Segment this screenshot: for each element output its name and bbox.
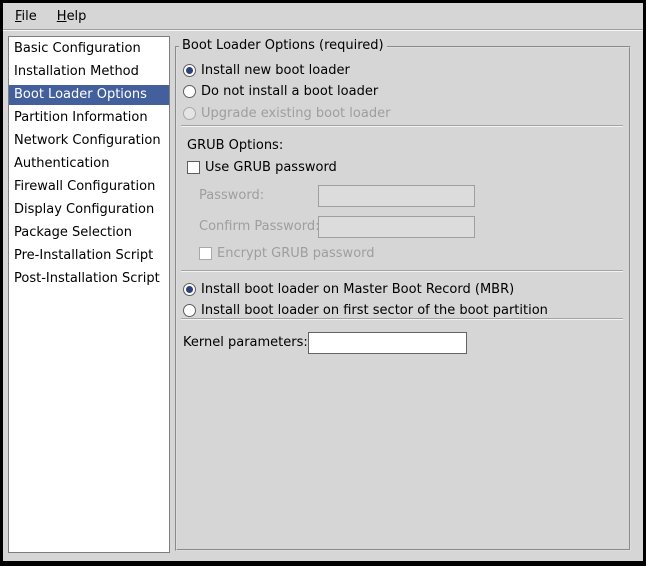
menu-file[interactable]: File: [5, 3, 47, 29]
grub-options-section-label: GRUB Options:: [187, 137, 283, 153]
checkbox-label: Encrypt GRUB password: [217, 246, 375, 261]
password-input: [318, 185, 475, 207]
menu-file-label: File: [15, 9, 37, 24]
kernel-parameters-input[interactable]: [308, 332, 467, 354]
radio-label: Install new boot loader: [201, 63, 350, 78]
sidebar-item-basic-configuration[interactable]: Basic Configuration: [9, 39, 169, 59]
separator: [181, 125, 623, 127]
checkbox-use-grub-password[interactable]: Use GRUB password: [187, 159, 337, 175]
sidebar-item-post-installation-script[interactable]: Post-Installation Script: [9, 269, 169, 289]
sidebar-item-partition-information[interactable]: Partition Information: [9, 108, 169, 128]
password-label: Password:: [199, 188, 313, 203]
radio-install-on-mbr[interactable]: Install boot loader on Master Boot Recor…: [183, 281, 514, 297]
menu-help-label: Help: [57, 9, 87, 24]
sidebar-item-boot-loader-options[interactable]: Boot Loader Options: [9, 85, 169, 105]
radio-do-not-install-boot-loader[interactable]: Do not install a boot loader: [183, 83, 378, 99]
confirm-password-label: Confirm Password:: [199, 219, 313, 234]
radio-label: Install boot loader on first sector of t…: [201, 303, 548, 318]
checkbox-icon: [199, 247, 212, 260]
sidebar-item-display-configuration[interactable]: Display Configuration: [9, 200, 169, 220]
separator: [181, 318, 623, 320]
radio-install-new-boot-loader[interactable]: Install new boot loader: [183, 62, 350, 78]
radio-label: Install boot loader on Master Boot Recor…: [201, 282, 514, 297]
radio-button-icon[interactable]: [183, 283, 196, 296]
confirm-password-row: Confirm Password:: [199, 215, 475, 238]
kernel-parameters-label: Kernel parameters:: [183, 335, 303, 350]
separator: [181, 270, 623, 272]
boot-loader-options-frame: Boot Loader Options (required) Install n…: [175, 46, 631, 551]
sidebar-item-installation-method[interactable]: Installation Method: [9, 62, 169, 82]
radio-install-on-first-sector[interactable]: Install boot loader on first sector of t…: [183, 302, 548, 318]
checkbox-label: Use GRUB password: [205, 160, 337, 175]
menubar: File Help: [3, 3, 643, 30]
radio-upgrade-existing-boot-loader: Upgrade existing boot loader: [183, 105, 390, 121]
radio-button-icon[interactable]: [183, 85, 196, 98]
radio-button-icon: [183, 107, 196, 120]
sidebar-item-package-selection[interactable]: Package Selection: [9, 223, 169, 243]
sidebar-item-firewall-configuration[interactable]: Firewall Configuration: [9, 177, 169, 197]
radio-label: Upgrade existing boot loader: [201, 106, 390, 121]
confirm-password-input: [318, 216, 475, 238]
radio-button-icon[interactable]: [183, 64, 196, 77]
frame-title: Boot Loader Options (required): [179, 38, 387, 53]
password-row: Password:: [199, 184, 475, 207]
sidebar-nav: Basic Configuration Installation Method …: [8, 36, 170, 553]
kernel-parameters-row: Kernel parameters:: [183, 331, 467, 354]
radio-button-icon[interactable]: [183, 304, 196, 317]
sidebar-item-authentication[interactable]: Authentication: [9, 154, 169, 174]
menu-help[interactable]: Help: [47, 3, 97, 29]
sidebar-item-pre-installation-script[interactable]: Pre-Installation Script: [9, 246, 169, 266]
checkbox-icon[interactable]: [187, 161, 200, 174]
radio-label: Do not install a boot loader: [201, 84, 378, 99]
checkbox-encrypt-grub-password: Encrypt GRUB password: [199, 245, 375, 261]
kickstart-configurator-window: File Help Basic Configuration Installati…: [0, 0, 646, 566]
sidebar-item-network-configuration[interactable]: Network Configuration: [9, 131, 169, 151]
